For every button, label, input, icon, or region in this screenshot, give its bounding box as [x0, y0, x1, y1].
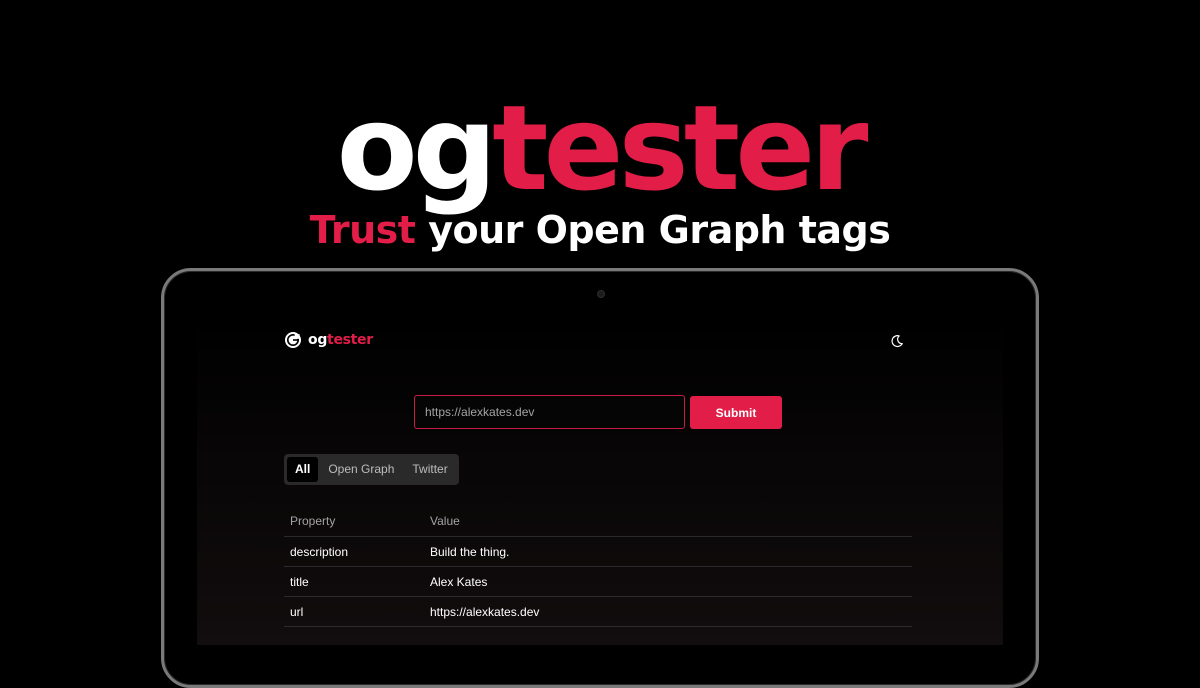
app-logo-og: og — [308, 332, 328, 348]
tab-all[interactable]: All — [287, 457, 319, 482]
laptop-screen: ogtester Submit All Open Graph Twitter P… — [197, 315, 1003, 645]
app-logo-link[interactable]: ogtester — [285, 332, 373, 348]
app-logo-text: ogtester — [308, 332, 373, 348]
table-row: title Alex Kates — [284, 566, 912, 597]
hero-logo-og: og — [336, 79, 498, 217]
property-cell: description — [284, 536, 424, 567]
hero-tagline: Trust your Open Graph tags — [0, 202, 1200, 258]
submit-button[interactable]: Submit — [690, 396, 782, 429]
table-row: url https://alexkates.dev — [284, 596, 912, 627]
meta-tags-table: Property Value description Build the thi… — [284, 505, 912, 627]
app-logo-tester: tester — [327, 332, 373, 348]
property-cell: url — [284, 596, 424, 627]
moon-icon — [891, 335, 903, 348]
tab-twitter[interactable]: Twitter — [404, 457, 455, 482]
hero-tagline-accent: Trust — [309, 208, 416, 252]
tab-open-graph[interactable]: Open Graph — [320, 457, 402, 482]
table-header-row: Property Value — [284, 505, 912, 537]
value-cell: Alex Kates — [424, 566, 912, 597]
column-header-value: Value — [424, 505, 912, 537]
laptop-camera — [597, 290, 605, 298]
hero-logo-tester: tester — [492, 79, 868, 217]
hero-tagline-rest: your Open Graph tags — [415, 208, 891, 252]
value-cell: https://alexkates.dev — [424, 596, 912, 627]
value-cell: Build the thing. — [424, 536, 912, 567]
property-cell: title — [284, 566, 424, 597]
table-row: description Build the thing. — [284, 536, 912, 567]
theme-toggle-button[interactable] — [889, 333, 905, 349]
column-header-property: Property — [284, 505, 424, 537]
hero-logo: ogtester — [0, 78, 1200, 218]
ogtester-logo-icon — [285, 332, 301, 348]
tag-filter-tabs: All Open Graph Twitter — [284, 454, 459, 485]
url-input[interactable] — [414, 395, 685, 429]
